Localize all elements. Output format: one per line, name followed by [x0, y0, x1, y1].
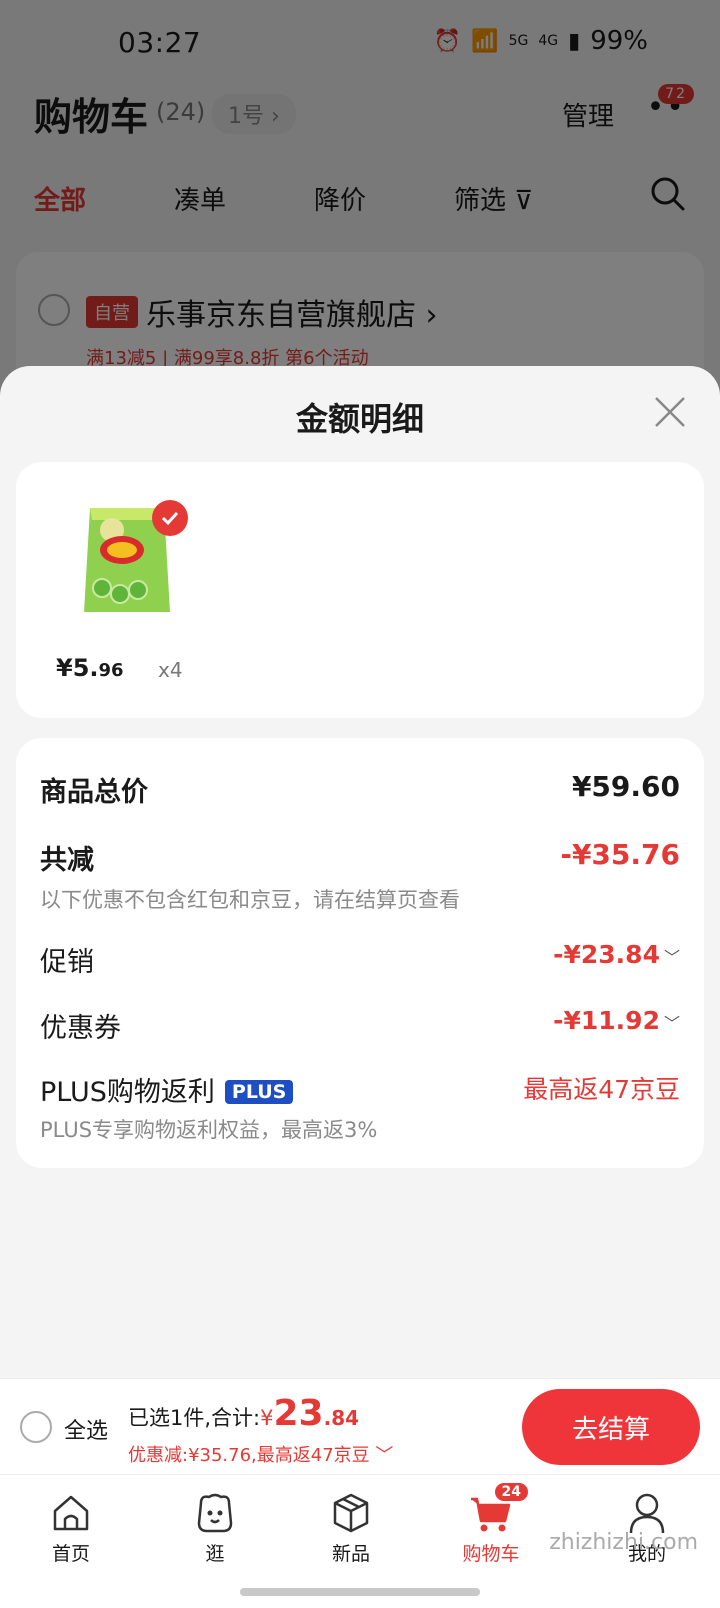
bottom-tab-bar: 首页 逛 新品 24 购物车 我的: [0, 1474, 720, 1570]
discount-note: 以下优惠不包含红包和京豆，请在结算页查看: [40, 888, 460, 912]
tab-cart-label: 购物车: [462, 1543, 520, 1565]
amount-detail-sheet: 金额明细 ¥5.96 x4 商品总价 ¥59.60 共减 -¥35.76 以下优…: [0, 366, 720, 1378]
select-all-label[interactable]: 全选: [64, 1413, 108, 1445]
face-icon: [197, 1493, 233, 1533]
cart-badge: 24: [492, 1481, 530, 1503]
checkout-button[interactable]: 去结算: [522, 1389, 700, 1465]
goods-card: ¥5.96 x4: [16, 462, 704, 718]
discount-summary[interactable]: 优惠减:¥35.76,最高返47京豆 ﹀: [128, 1441, 393, 1467]
price-detail-card: 商品总价 ¥59.60 共减 -¥35.76 以下优惠不包含红包和京豆，请在结算…: [16, 738, 704, 1168]
promo-value: -¥23.84: [553, 940, 660, 969]
summary-prefix: 已选1件,合计:: [128, 1406, 261, 1430]
discount-summary-text: 优惠减:¥35.76,最高返47京豆: [128, 1445, 370, 1466]
item-price-dec: 96: [98, 660, 124, 681]
coupon-row[interactable]: -¥11.92 ﹀: [553, 1006, 680, 1035]
chevron-down-icon: ﹀: [375, 1445, 394, 1466]
tab-browse-label: 逛: [205, 1543, 225, 1565]
coupon-value: -¥11.92: [553, 1006, 660, 1035]
box-icon: [333, 1493, 369, 1533]
modal-overlay[interactable]: [0, 0, 720, 420]
discount-label: 共减: [40, 845, 94, 876]
promo-label: 促销: [40, 947, 94, 978]
tab-home-label: 首页: [51, 1543, 90, 1565]
item-quantity: x4: [158, 658, 183, 682]
select-all-radio[interactable]: [20, 1411, 52, 1443]
close-icon[interactable]: [650, 392, 690, 432]
tab-home[interactable]: 首页: [26, 1489, 116, 1566]
watermark: zhizhizhi.com: [549, 1530, 698, 1555]
checkout-bar: 全选 已选1件,合计:¥23.84 优惠减:¥35.76,最高返47京豆 ﹀ 去…: [0, 1378, 720, 1474]
plus-rebate-note: PLUS专享购物返利权益，最高返3%: [40, 1118, 378, 1142]
chevron-down-icon: ﹀: [663, 1014, 680, 1033]
item-price-int: ¥5.: [56, 654, 99, 682]
plus-rebate-label: PLUS购物返利 PLUS: [40, 1070, 294, 1109]
tab-cart[interactable]: 24 购物车: [446, 1481, 536, 1566]
plus-rebate-value: 最高返47京豆: [523, 1075, 680, 1104]
chevron-down-icon: ﹀: [663, 948, 680, 967]
promo-row[interactable]: -¥23.84 ﹀: [553, 940, 680, 969]
total-price-value: ¥59.60: [571, 770, 680, 803]
home-indicator[interactable]: [240, 1588, 480, 1596]
sheet-title: 金额明细: [295, 400, 424, 438]
total-price-label: 商品总价: [40, 777, 148, 808]
plus-badge: PLUS: [224, 1080, 294, 1104]
item-price: ¥5.96: [56, 654, 124, 682]
plus-rebate-label-text: PLUS购物返利: [40, 1077, 215, 1108]
tab-new-label: 新品: [331, 1543, 370, 1565]
total-amount-int: 23: [273, 1393, 324, 1434]
coupon-label: 优惠券: [40, 1013, 121, 1044]
tab-new[interactable]: 新品: [306, 1489, 396, 1566]
checked-icon: [152, 500, 188, 536]
discount-value: -¥35.76: [560, 838, 680, 871]
home-icon: [53, 1495, 89, 1531]
total-amount-dec: .84: [323, 1406, 360, 1430]
total-currency: ¥: [260, 1406, 274, 1430]
selection-summary: 已选1件,合计:¥23.84: [128, 1393, 359, 1434]
tab-browse[interactable]: 逛: [170, 1489, 260, 1566]
